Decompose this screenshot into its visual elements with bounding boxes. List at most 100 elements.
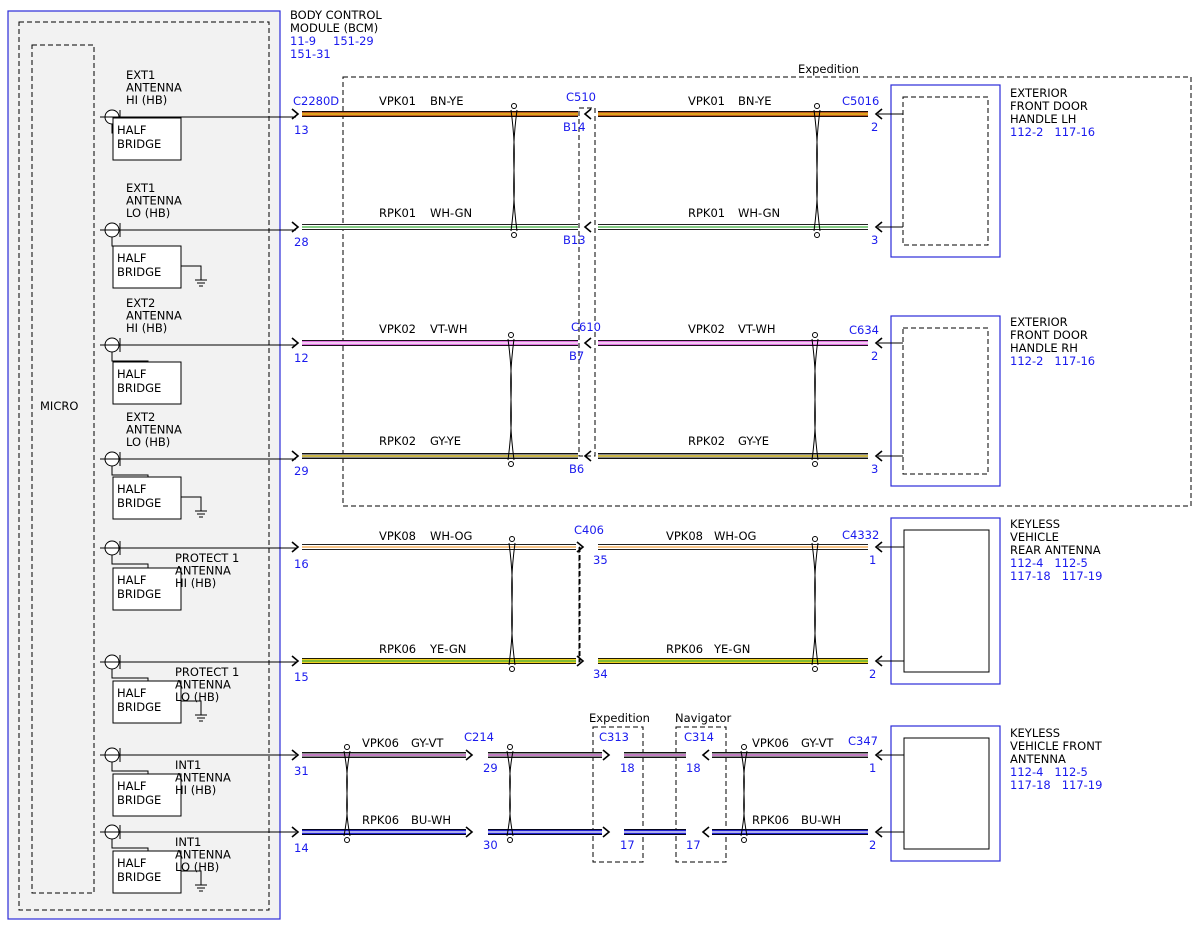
twist-end xyxy=(508,332,514,338)
wire-rpk01-circuit-b: RPK01 xyxy=(688,206,725,220)
twist-end xyxy=(509,666,515,672)
twist-line xyxy=(811,338,819,461)
wire-vpk02-color-a: VT-WH xyxy=(430,322,468,336)
bcm-pin-13: 13 xyxy=(294,123,309,137)
half-bridge-label-2: BRIDGE xyxy=(117,137,161,151)
device-label-lh: EXTERIOR FRONT DOOR HANDLE LH 112-2 117-… xyxy=(1010,86,1095,139)
connector-c610: C610 xyxy=(571,320,601,334)
pin-rear-1: 1 xyxy=(869,553,876,567)
wire-vpk01-color-b: BN-YE xyxy=(738,94,772,108)
c314-box xyxy=(675,726,727,863)
half-bridge-label-2: BRIDGE xyxy=(117,265,161,279)
wire-vpk08-circuit-a: VPK08 xyxy=(379,529,416,543)
half-bridge-label-2: BRIDGE xyxy=(117,381,161,395)
twist-end xyxy=(812,332,818,338)
wire-vpk01-circuit-a: VPK01 xyxy=(379,94,416,108)
wire-vpk08-color-b: WH-OG xyxy=(714,529,756,543)
connector-c313: C313 xyxy=(599,730,629,744)
twist-2b xyxy=(811,332,819,467)
pin-rh-3: 3 xyxy=(871,462,878,476)
twist-end xyxy=(814,103,820,109)
bcm-pin-12: 12 xyxy=(294,351,309,365)
bcm-pin-31: 31 xyxy=(294,764,309,778)
twist-end xyxy=(812,666,818,672)
pin-b6: B6 xyxy=(569,462,584,476)
device-handle-rh xyxy=(890,315,1001,487)
front-refs2: 117-18 117-19 xyxy=(1010,778,1102,792)
antenna-label-line: HI (HB) xyxy=(175,576,216,590)
wire-rpk01-color-b: WH-GN xyxy=(738,206,780,220)
wire-vpk06-color-b: GY-VT xyxy=(801,736,834,750)
wire-vpk06-circuit-b: VPK06 xyxy=(752,736,789,750)
wire-vpk06-circuit-a: VPK06 xyxy=(362,736,399,750)
antenna-label-line: LO (HB) xyxy=(175,860,219,874)
half-bridge-label-2: BRIDGE xyxy=(117,870,161,884)
connector-c214: C214 xyxy=(464,730,494,744)
device-label-front: KEYLESS VEHICLE FRONT ANTENNA 112-4 112-… xyxy=(1010,726,1103,792)
twist-end xyxy=(741,837,747,843)
wire-vpk02-color-b: VT-WH xyxy=(738,322,776,336)
pin-rh-2: 2 xyxy=(871,349,878,363)
twist-end xyxy=(812,461,818,467)
front-line3: ANTENNA xyxy=(1010,752,1066,766)
twist-end xyxy=(814,232,820,238)
twist-4a xyxy=(343,744,351,843)
wire-rpk06a-circuit-b: RPK06 xyxy=(666,642,703,656)
pin-17-c313: 17 xyxy=(620,838,635,852)
half-bridge-label-1: HALF xyxy=(117,367,147,381)
half-bridge-label-2: BRIDGE xyxy=(117,587,161,601)
lh-line3: HANDLE LH xyxy=(1010,112,1076,126)
twist-end xyxy=(508,461,514,467)
device-label-rh: EXTERIOR FRONT DOOR HANDLE RH 112-2 117-… xyxy=(1010,315,1095,368)
pin-b14: B14 xyxy=(563,120,586,134)
twist-line xyxy=(510,109,518,232)
device-handle-lh xyxy=(890,84,1001,258)
bcm-pin-29: 29 xyxy=(294,464,309,478)
wire-vpk08-circuit-b: VPK08 xyxy=(666,529,703,543)
twist-3b xyxy=(811,536,819,672)
bcm-title-line2: MODULE (BCM) xyxy=(290,21,378,35)
pin-b7: B7 xyxy=(569,349,584,363)
front-refs1: 112-4 112-5 xyxy=(1010,765,1088,779)
wire-rpk01-circuit-a: RPK01 xyxy=(379,206,416,220)
rh-line3: HANDLE RH xyxy=(1010,341,1078,355)
bcm-pin-16: 16 xyxy=(294,557,309,571)
antenna-label-line: HI (HB) xyxy=(126,93,167,107)
wire-rpk02-circuit-b: RPK02 xyxy=(688,434,725,448)
wire-vpk02-circuit-b: VPK02 xyxy=(688,322,725,336)
wire-rpk06a-circuit-a: RPK06 xyxy=(379,642,416,656)
arrow-bcm-r4 xyxy=(291,450,300,462)
half-bridge-label-1: HALF xyxy=(117,779,147,793)
wiring-diagram: MICRO BODY CONTROL MODULE (BCM) 11-9 151… xyxy=(7,8,1192,920)
connector-c2280d: C2280D xyxy=(293,94,339,108)
half-bridge-label-1: HALF xyxy=(117,573,147,587)
twist-line xyxy=(343,750,351,837)
connector-c634: C634 xyxy=(849,323,879,337)
device-front-antenna xyxy=(890,725,1001,862)
arrow-c313-r7 xyxy=(602,749,611,761)
connector-c510: C510 xyxy=(566,90,596,104)
rear-line1: KEYLESS xyxy=(1010,517,1060,531)
twist-4c xyxy=(740,744,748,843)
pin-34: 34 xyxy=(593,667,608,681)
arrow-bcm-r6 xyxy=(291,655,300,667)
twist-1b xyxy=(813,103,821,238)
half-bridge-label-1: HALF xyxy=(117,856,147,870)
wire-rpk06b-color-a: BU-WH xyxy=(411,813,451,827)
wire-rpk06a-color-b: YE-GN xyxy=(713,642,750,656)
connector-c314: C314 xyxy=(684,730,714,744)
twist-line xyxy=(508,542,516,666)
rear-refs1: 112-4 112-5 xyxy=(1010,556,1088,570)
twist-end xyxy=(344,837,350,843)
lh-line2: FRONT DOOR xyxy=(1010,99,1088,113)
arrow-bcm-r3 xyxy=(291,337,300,349)
c313-box xyxy=(592,726,644,863)
wire-rpk06b-circuit-b: RPK06 xyxy=(752,813,789,827)
twist-3a xyxy=(508,536,516,672)
rear-refs2: 117-18 117-19 xyxy=(1010,569,1102,583)
rh-refs: 112-2 117-16 xyxy=(1010,354,1095,368)
wire-vpk06-color-a: GY-VT xyxy=(411,736,444,750)
bcm-pin-15: 15 xyxy=(294,670,309,684)
pin-35: 35 xyxy=(593,553,608,567)
wire-rpk06b-circuit-a: RPK06 xyxy=(362,813,399,827)
